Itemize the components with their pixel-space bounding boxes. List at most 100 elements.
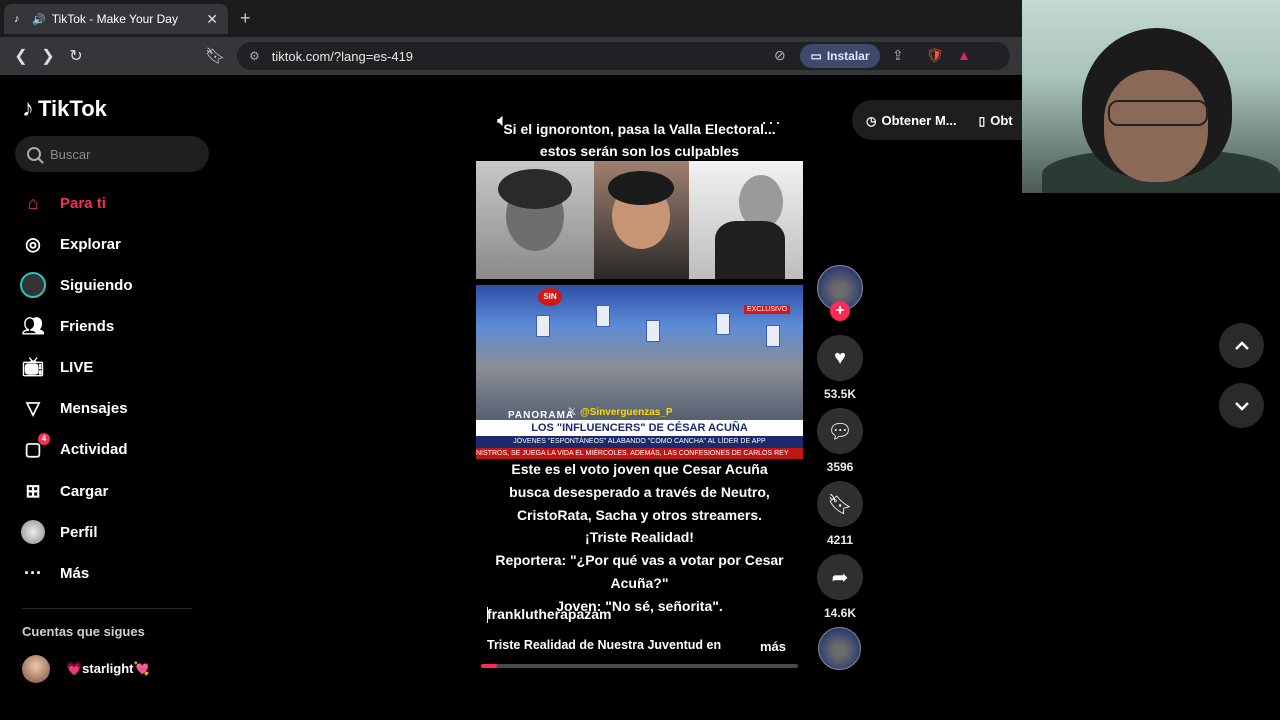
bookmark-icon[interactable]: 🔖︎ xyxy=(205,46,225,66)
webcam-overlay xyxy=(1022,0,1280,193)
reload-button[interactable]: ↻ xyxy=(66,46,86,66)
sin-logo: SIN xyxy=(538,288,562,306)
share-count: 14.6K xyxy=(823,606,857,620)
follow-button[interactable]: + xyxy=(830,301,850,321)
tiktok-favicon-icon: ♪ xyxy=(14,13,20,25)
sidebar-item-mas[interactable]: ··· Más xyxy=(20,556,89,590)
tiktok-note-icon: ♪ xyxy=(22,95,34,122)
comment-count: 3596 xyxy=(826,460,854,474)
get-app-button-2[interactable]: ▯ Obt xyxy=(979,113,1013,128)
more-icon: ··· xyxy=(24,562,42,583)
share-button[interactable]: ➦ xyxy=(817,554,863,600)
caption-line: Este es el voto joven que Cesar Acuña xyxy=(511,461,768,477)
thumbnail-panel-3 xyxy=(689,161,803,279)
following-account[interactable]: 💗starlight💘 xyxy=(22,655,150,683)
sidebar-item-label: Mensajes xyxy=(60,399,128,417)
exclusivo-tag: EXCLUSIVO xyxy=(744,305,791,314)
install-label: Instalar xyxy=(826,49,870,63)
video-top-text: Si el ignoronton, pasa la Valla Electora… xyxy=(476,118,803,162)
sidebar-item-friends[interactable]: 👥︎ Friends xyxy=(20,309,115,343)
activity-icon: ▢ 4 xyxy=(20,433,50,462)
clock-icon: ◷ xyxy=(866,113,877,128)
comment-button[interactable]: 💬︎ xyxy=(817,408,863,454)
caption-line: CristoRata, Sacha y otros streamers. xyxy=(516,506,763,523)
following-title: Cuentas que sigues xyxy=(22,624,145,639)
no-tracking-icon[interactable]: ⊘ xyxy=(774,47,786,64)
sidebar-item-cargar[interactable]: ⊞ Cargar xyxy=(20,474,108,508)
chevron-up-icon xyxy=(1234,340,1249,350)
thumbnail-panel-2 xyxy=(594,161,689,279)
sidebar-divider xyxy=(22,608,192,609)
forward-button[interactable]: ❯ xyxy=(38,46,58,66)
tiktok-logo[interactable]: ♪ TikTok xyxy=(22,95,107,123)
close-tab-icon[interactable]: ✕ xyxy=(206,11,218,28)
sidebar-item-label: Perfil xyxy=(60,523,98,541)
sidebar-item-explorar[interactable]: ◎ Explorar xyxy=(20,227,121,261)
browser-tab[interactable]: ♪ 🔊 TikTok - Make Your Day ✕ xyxy=(4,4,228,34)
video-caption: Este es el voto joven que Cesar Acuña bu… xyxy=(476,458,803,618)
get-app-label-2: Obt xyxy=(990,112,1013,128)
compass-icon: ◎ xyxy=(25,233,41,254)
search-input[interactable] xyxy=(50,146,200,162)
video-top-line-1: Si el ignoronton, pasa la Valla Electora… xyxy=(503,121,776,137)
sidebar-item-siguiendo[interactable]: Siguiendo xyxy=(20,268,133,302)
comment-icon: 💬︎ xyxy=(827,420,853,443)
progress-fill xyxy=(481,664,497,668)
caption-line: Acuña?" xyxy=(610,574,669,591)
install-button[interactable]: ▭ Instalar xyxy=(800,44,880,68)
sidebar-item-label: LIVE xyxy=(60,358,94,376)
avatar xyxy=(22,655,50,683)
heart-icon: ♥ xyxy=(834,346,846,369)
brave-shield-icon[interactable]: 🛡 xyxy=(926,47,944,64)
search-box[interactable] xyxy=(15,136,209,172)
phone-icon: ▯ xyxy=(978,113,986,128)
get-app-button[interactable]: ◷ Obtener M... xyxy=(866,113,957,128)
sidebar-item-para-ti[interactable]: ⌂ Para ti xyxy=(20,186,106,220)
get-app-label: Obtener M... xyxy=(881,112,957,128)
friends-icon: 👥︎ xyxy=(21,315,45,336)
install-icon: ▭ xyxy=(810,49,822,63)
x-logo-icon: 𝕏 xyxy=(568,407,577,418)
rewards-icon[interactable]: ▲ xyxy=(957,47,971,63)
following-icon xyxy=(20,272,46,298)
sidebar-item-live[interactable]: 📺︎ LIVE xyxy=(20,350,94,384)
more-button[interactable]: más xyxy=(760,639,786,654)
video-more-options-icon[interactable]: ··· xyxy=(761,112,782,133)
sidebar-item-label: Cargar xyxy=(60,482,109,500)
activity-badge: 4 xyxy=(38,433,50,445)
sidebar-item-label: Friends xyxy=(60,317,115,335)
caption-line: Reportera: "¿Por qué vas a votar por Ces… xyxy=(495,552,784,569)
caption-line: ¡Triste Realidad! xyxy=(585,529,694,546)
save-button[interactable]: 🔖︎ xyxy=(817,481,863,527)
logo-text: TikTok xyxy=(38,96,107,121)
bookmark-icon: 🔖︎ xyxy=(827,493,853,516)
video-progress-bar[interactable] xyxy=(481,664,798,668)
sidebar-item-mensajes[interactable]: ▽ Mensajes xyxy=(20,391,128,425)
share-icon[interactable]: ⇪ xyxy=(892,47,904,64)
video-description: Triste Realidad de Nuestra Juventud en xyxy=(487,638,722,652)
sidebar-item-label: Explorar xyxy=(60,235,121,253)
sidebar-item-actividad[interactable]: ▢ 4 Actividad xyxy=(20,432,128,466)
site-info-icon[interactable]: ⚙ xyxy=(249,49,260,63)
video-author[interactable]: franklutherapazam xyxy=(487,606,611,622)
overlay-handle: @Sinverguenzas_P xyxy=(580,407,673,418)
previous-video-button[interactable] xyxy=(1219,323,1264,368)
volume-icon[interactable]: 🔈︎ xyxy=(497,110,508,131)
sidebar-item-label: Siguiendo xyxy=(60,276,133,294)
lower-third-title: LOS "INFLUENCERS" DE CÉSAR ACUÑA xyxy=(476,420,803,436)
sidebar-item-perfil[interactable]: Perfil xyxy=(20,515,98,549)
search-icon xyxy=(27,147,41,161)
audio-playing-icon[interactable]: 🔊 xyxy=(32,13,46,26)
back-button[interactable]: ❮ xyxy=(11,46,31,66)
text-cursor xyxy=(487,607,488,623)
profile-icon xyxy=(20,519,46,545)
account-name: 💗starlight💘 xyxy=(66,661,150,676)
url-text: tiktok.com/?lang=es-419 xyxy=(271,48,414,64)
thumbnail-panel-1 xyxy=(476,161,594,279)
music-disc[interactable] xyxy=(818,627,861,670)
sidebar-item-label: Para ti xyxy=(60,194,106,212)
tab-title: TikTok - Make Your Day xyxy=(51,12,178,26)
next-video-button[interactable] xyxy=(1219,383,1264,428)
new-tab-button[interactable]: + xyxy=(240,8,251,29)
like-button[interactable]: ♥ xyxy=(817,335,863,381)
